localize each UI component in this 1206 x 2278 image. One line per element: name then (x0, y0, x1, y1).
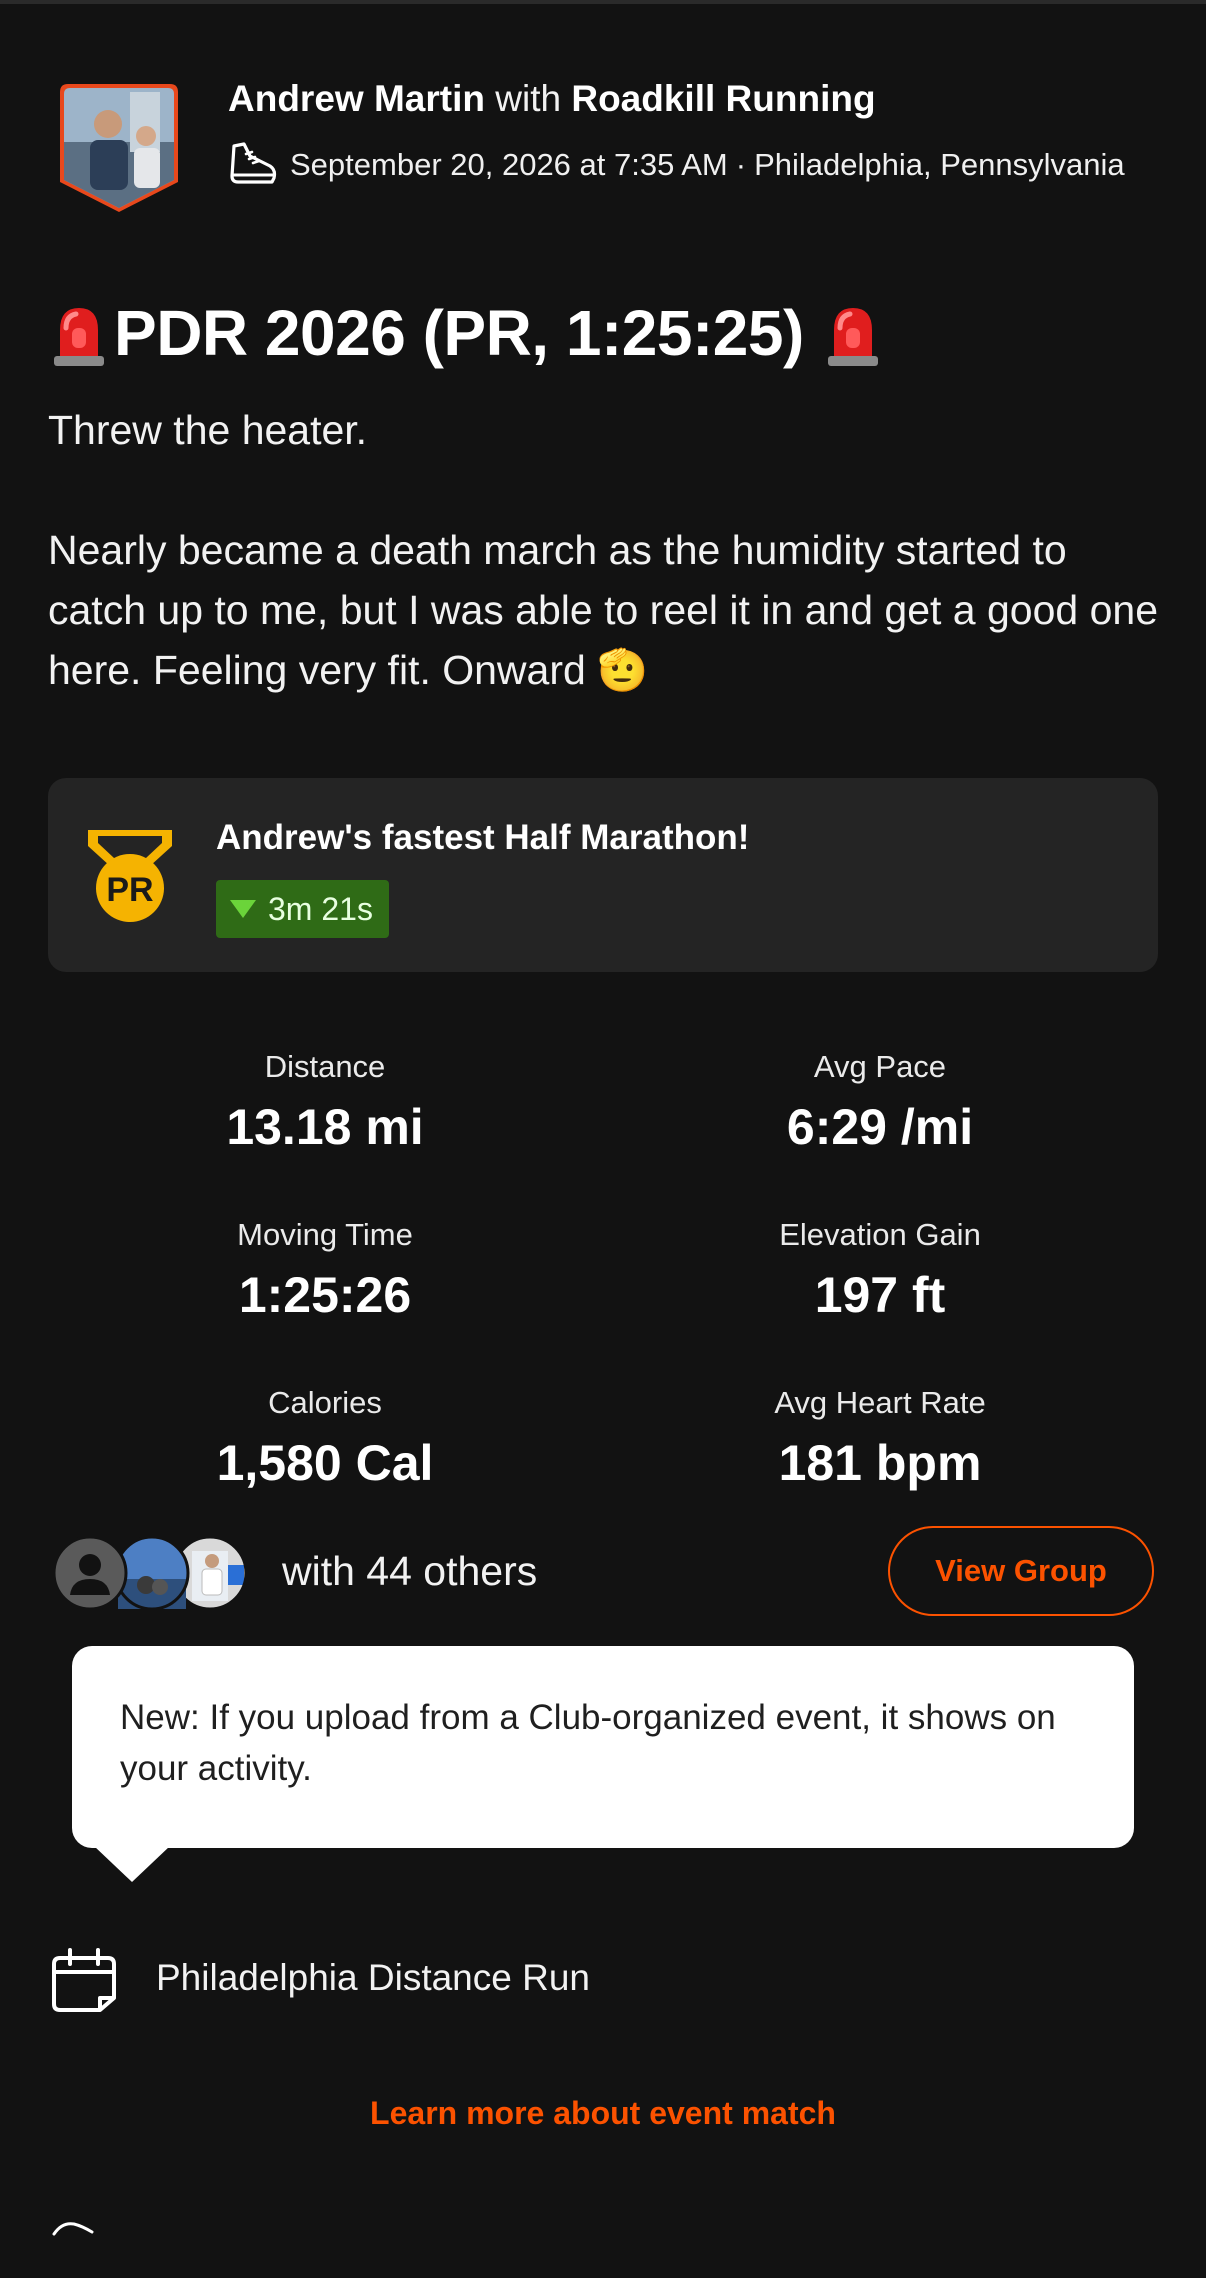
stat-elevation-gain: Elevation Gain 197 ft (680, 1215, 1080, 1327)
stat-calories: Calories 1,580 Cal (125, 1383, 525, 1495)
stat-value: 1,580 Cal (216, 1435, 434, 1491)
stat-label: Moving Time (237, 1217, 413, 1252)
view-group-button[interactable]: View Group (888, 1526, 1154, 1616)
stat-value: 197 ft (814, 1267, 946, 1323)
stat-value: 1:25:26 (238, 1267, 412, 1323)
tooltip-text: New: If you upload from a Club-organized… (120, 1698, 1056, 1788)
stat-label: Avg Pace (813, 1049, 947, 1084)
athlete-avatar[interactable] (60, 82, 178, 212)
activity-location: Philadelphia, Pennsylvania (754, 147, 1125, 182)
with-word: with (495, 78, 562, 119)
description-line: Threw the heater. (48, 407, 368, 453)
running-shoe-icon (230, 142, 277, 184)
pr-achievement-card[interactable]: PR Andrew's fastest Half Marathon! 3m 21… (48, 778, 1158, 972)
pr-title: Andrew's fastest Half Marathon! (216, 818, 750, 857)
activity-meta: September 20, 2026 at 7:35 AM · Philadel… (228, 140, 1125, 190)
stat-value: 13.18 mi (226, 1099, 424, 1155)
stat-label: Calories (268, 1385, 382, 1420)
pr-improvement-badge: 3m 21s (216, 880, 389, 938)
activity-title: PDR 2026 (PR, 1:25:25) (114, 297, 804, 369)
partial-icon (52, 2222, 94, 2236)
activity-title-row: PDR 2026 (PR, 1:25:25) (50, 293, 882, 373)
group-avatars[interactable] (52, 1535, 252, 1611)
stat-value: 181 bpm (778, 1435, 982, 1491)
group-others-count[interactable]: with 44 others (282, 1548, 537, 1595)
stat-moving-time: Moving Time 1:25:26 (125, 1215, 525, 1327)
pr-medal-icon: PR (88, 830, 172, 922)
tooltip-pointer (94, 1846, 170, 1882)
learn-more-link[interactable]: Learn more about event match (0, 2095, 1206, 2132)
pr-medal-text: PR (106, 871, 153, 909)
stat-label: Elevation Gain (779, 1217, 981, 1252)
stat-distance: Distance 13.18 mi (125, 1047, 525, 1159)
club-name[interactable]: Roadkill Running (571, 78, 875, 119)
police-siren-icon (54, 308, 104, 366)
description-line: Nearly became a death march as the humid… (48, 527, 1159, 693)
event-match-tooltip[interactable]: New: If you upload from a Club-organized… (72, 1646, 1134, 1882)
police-siren-icon (827, 308, 878, 366)
activity-datetime: September 20, 2026 at 7:35 AM (290, 147, 728, 182)
activity-description: Threw the heater. Nearly became a death … (48, 400, 1168, 700)
stat-avg-heart-rate: Avg Heart Rate 181 bpm (680, 1383, 1080, 1495)
event-name[interactable]: Philadelphia Distance Run (156, 1957, 590, 1999)
stat-value: 6:29 /mi (786, 1099, 974, 1155)
athlete-line: Andrew Martin with Roadkill Running (228, 78, 876, 120)
down-arrow-icon (230, 900, 256, 918)
top-divider (0, 0, 1206, 4)
meta-separator: · (735, 147, 747, 182)
stat-avg-pace: Avg Pace 6:29 /mi (680, 1047, 1080, 1159)
pr-improvement: 3m 21s (268, 890, 373, 927)
athlete-name[interactable]: Andrew Martin (228, 78, 485, 119)
calendar-icon (52, 1948, 116, 2012)
stat-label: Distance (264, 1049, 386, 1084)
stat-label: Avg Heart Rate (774, 1385, 986, 1420)
